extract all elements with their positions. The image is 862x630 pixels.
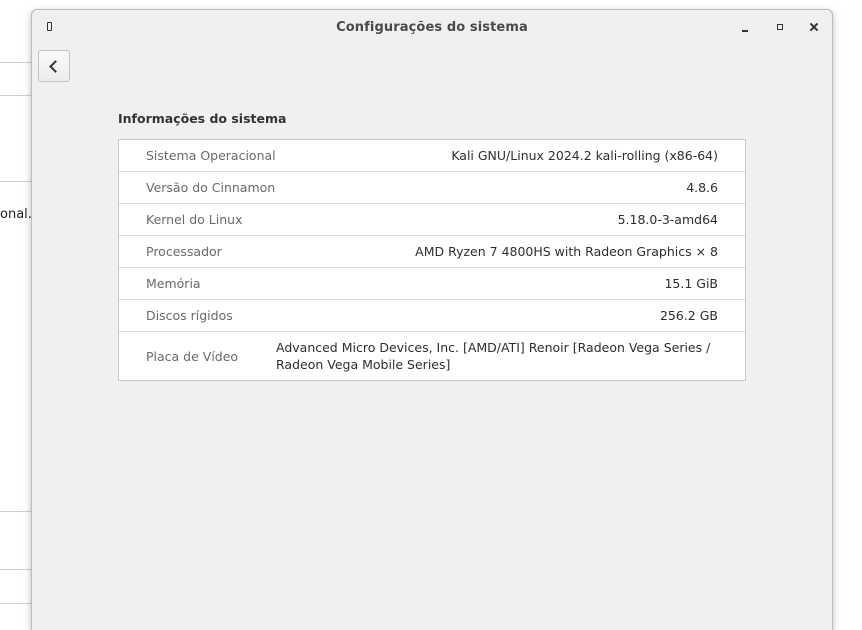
info-label: Placa de Vídeo xyxy=(146,348,239,364)
info-label: Versão do Cinnamon xyxy=(146,180,276,195)
info-label: Sistema Operacional xyxy=(146,148,276,163)
info-row-kernel: Kernel do Linux 5.18.0-3-amd64 xyxy=(119,204,745,236)
section-title: Informações do sistema xyxy=(118,111,287,126)
info-label: Memória xyxy=(146,276,201,291)
system-info-table: Sistema Operacional Kali GNU/Linux 2024.… xyxy=(118,139,746,381)
close-icon xyxy=(809,22,819,32)
titlebar[interactable]: Configurações do sistema xyxy=(32,10,832,44)
window-title: Configurações do sistema xyxy=(336,19,528,35)
info-label: Kernel do Linux xyxy=(146,212,243,227)
maximize-button[interactable] xyxy=(771,18,789,36)
info-label: Discos rígidos xyxy=(146,308,233,323)
minimize-button[interactable] xyxy=(736,18,754,36)
info-row-processor: Processador AMD Ryzen 7 4800HS with Rade… xyxy=(119,236,745,268)
info-row-os: Sistema Operacional Kali GNU/Linux 2024.… xyxy=(119,140,745,172)
info-row-cinnamon: Versão do Cinnamon 4.8.6 xyxy=(119,172,745,204)
info-row-graphics: Placa de Vídeo Advanced Micro Devices, I… xyxy=(119,332,745,380)
info-value: Advanced Micro Devices, Inc. [AMD/ATI] R… xyxy=(276,340,711,372)
info-row-memory: Memória 15.1 GiB xyxy=(119,268,745,300)
maximize-icon xyxy=(777,24,783,30)
info-value: Kali GNU/Linux 2024.2 kali-rolling (x86-… xyxy=(451,148,718,163)
back-button[interactable] xyxy=(38,50,70,82)
info-value: 4.8.6 xyxy=(686,180,718,195)
close-button[interactable] xyxy=(805,18,823,36)
info-value: 256.2 GB xyxy=(659,308,718,323)
chevron-left-icon xyxy=(49,59,62,73)
info-value: 5.18.0-3-amd64 xyxy=(617,212,718,227)
system-settings-window: Configurações do sistema Informações do … xyxy=(32,10,832,630)
minimize-icon xyxy=(742,30,748,32)
info-value: AMD Ryzen 7 4800HS with Radeon Graphics … xyxy=(415,244,718,259)
pin-icon[interactable] xyxy=(46,21,52,31)
background-partial-text: onal. xyxy=(0,207,32,222)
info-row-disks: Discos rígidos 256.2 GB xyxy=(119,300,745,332)
info-value: 15.1 GiB xyxy=(664,276,718,291)
info-label: Processador xyxy=(146,244,222,259)
